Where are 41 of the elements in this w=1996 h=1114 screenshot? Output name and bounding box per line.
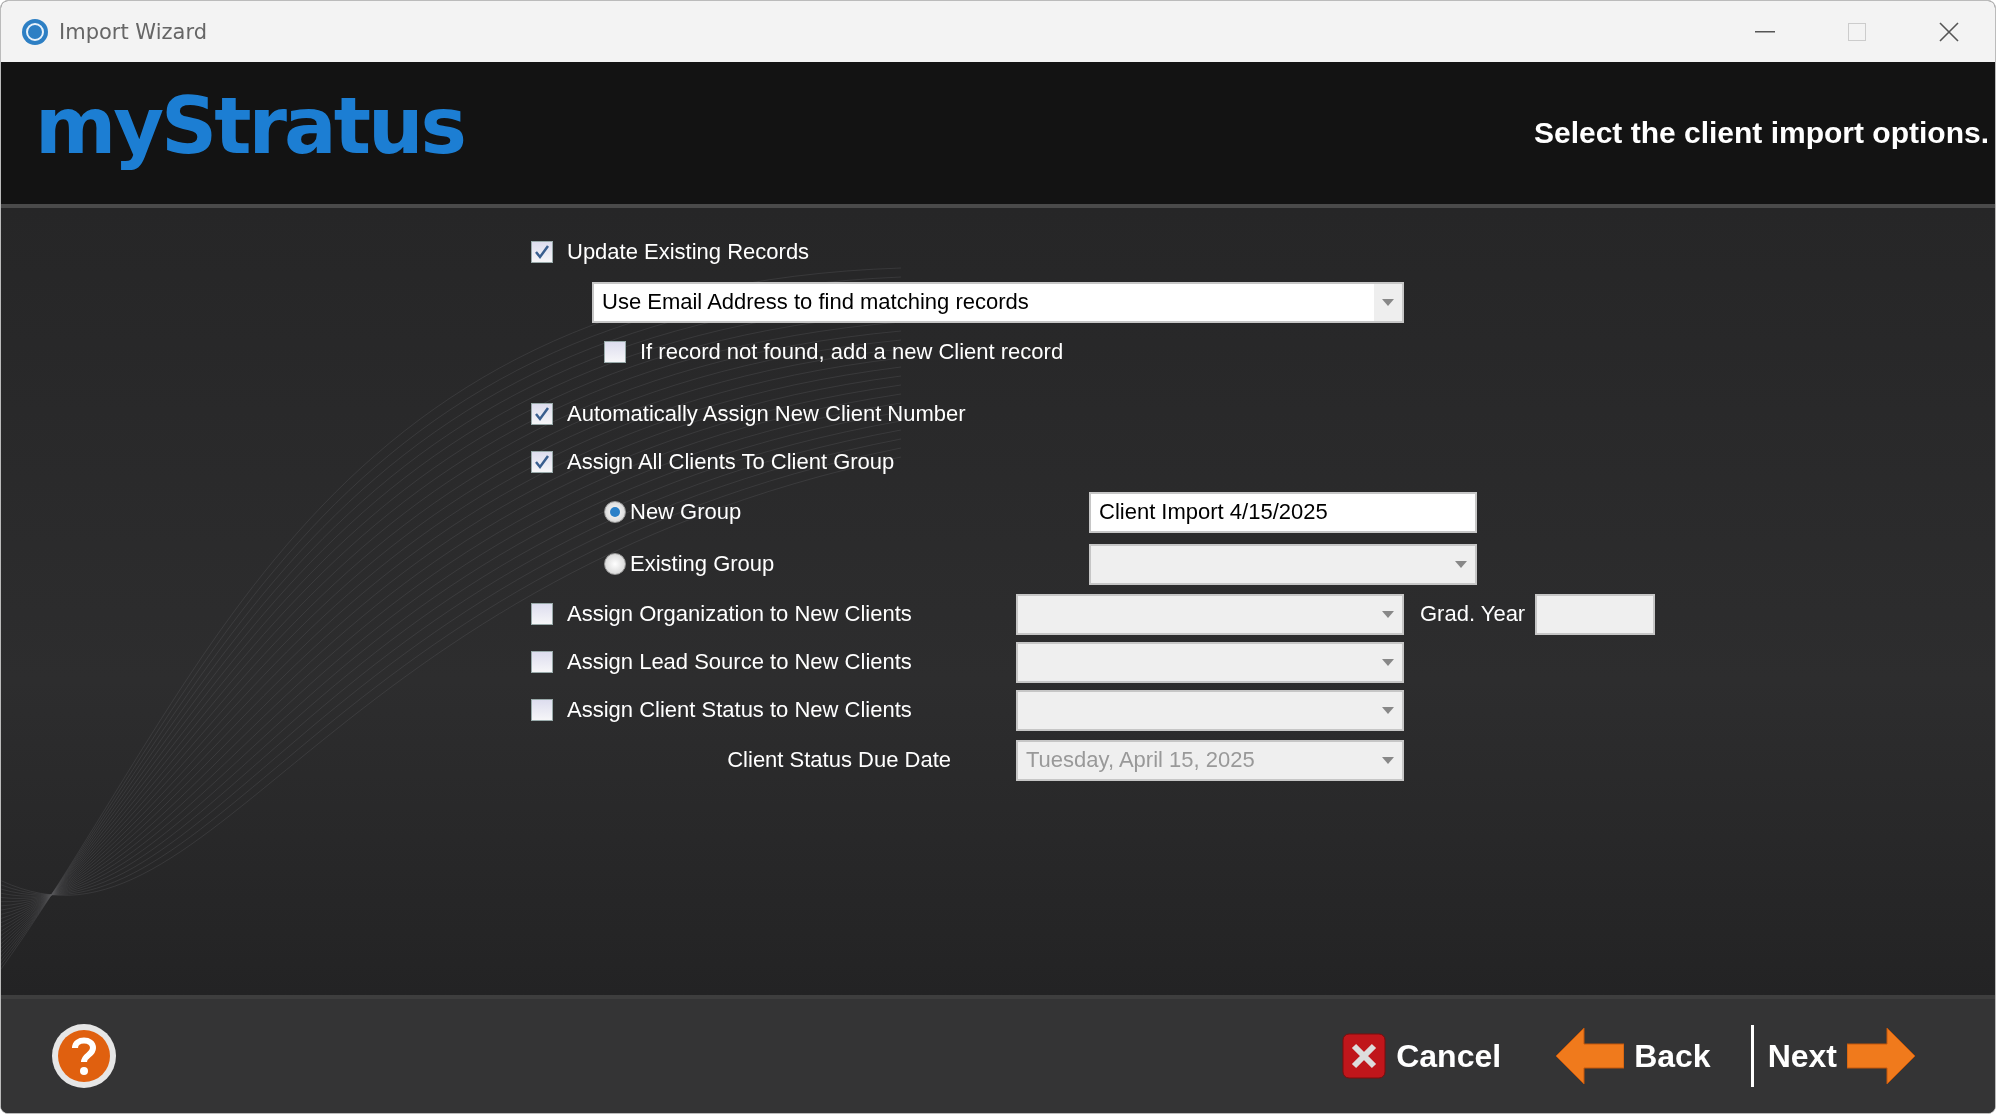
- next-button[interactable]: Next: [1767, 1028, 1915, 1084]
- option-label: Automatically Assign New Client Number: [567, 401, 966, 427]
- dropdown[interactable]: Use Email Address to find matching records: [592, 281, 1404, 323]
- logo: myStratus: [35, 87, 464, 173]
- cancel-button[interactable]: Cancel: [1342, 1033, 1502, 1079]
- caret-icon: [1382, 706, 1394, 714]
- checkbox[interactable]: [531, 451, 553, 473]
- checkbox[interactable]: [531, 699, 553, 721]
- window-title: Import Wizard: [59, 19, 207, 44]
- option-label: If record not found, add a new Client record: [640, 339, 1064, 365]
- option-label: Assign Organization to New Clients: [567, 601, 912, 627]
- grad-year-label: Grad. Year: [1420, 601, 1526, 627]
- back-button[interactable]: Back: [1556, 1028, 1711, 1084]
- close-icon: [1342, 1033, 1387, 1079]
- app-icon: [21, 17, 49, 46]
- option-label: Assign All Clients To Client Group: [567, 449, 895, 475]
- instruction-text: Select the client import options.: [1533, 116, 1989, 150]
- option-label: Assign Lead Source to New Clients: [567, 649, 912, 675]
- option-label: New Group: [630, 499, 742, 525]
- caret-icon: [1382, 298, 1394, 306]
- checkbox[interactable]: [531, 241, 553, 263]
- checkbox[interactable]: [604, 341, 626, 363]
- option-label: Existing Group: [630, 551, 775, 577]
- caret-icon: [1455, 560, 1467, 568]
- caret-icon: [1382, 756, 1394, 764]
- checkbox[interactable]: [531, 651, 553, 673]
- input-field[interactable]: Client Import 4/15/2025: [1089, 491, 1477, 533]
- minimize-icon[interactable]: [1755, 30, 1775, 33]
- option-label: Update Existing Records: [567, 239, 810, 265]
- radio-button[interactable]: [604, 501, 626, 523]
- right-arrow-icon: [1847, 1028, 1915, 1084]
- close-icon[interactable]: [1939, 21, 1959, 42]
- caret-icon: [1382, 610, 1394, 618]
- checkbox[interactable]: [531, 403, 553, 425]
- option-label: Assign Client Status to New Clients: [567, 697, 912, 723]
- caret-icon: [1382, 658, 1394, 666]
- radio-button[interactable]: [604, 553, 626, 575]
- option-label: Client Status Due Date: [726, 747, 952, 773]
- checkbox[interactable]: [531, 603, 553, 625]
- left-arrow-icon: [1556, 1028, 1625, 1084]
- help-button[interactable]: [51, 1023, 117, 1089]
